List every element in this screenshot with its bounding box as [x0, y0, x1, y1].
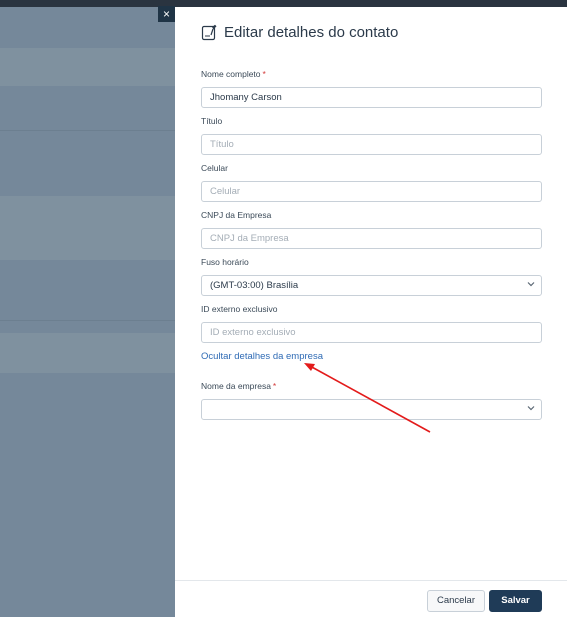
- top-bar: [0, 0, 567, 7]
- footer-divider: [175, 580, 567, 581]
- panel-header: Editar detalhes do contato: [201, 21, 398, 43]
- full-name-input[interactable]: Jhomany Carson: [201, 87, 542, 108]
- backdrop-row: [0, 48, 175, 86]
- timezone-label: Fuso horário: [201, 257, 249, 267]
- save-button[interactable]: Salvar: [489, 590, 542, 612]
- cnpj-input[interactable]: CNPJ da Empresa: [201, 228, 542, 249]
- external-id-input[interactable]: ID externo exclusivo: [201, 322, 542, 343]
- close-icon: ×: [162, 7, 170, 21]
- mobile-input[interactable]: Celular: [201, 181, 542, 202]
- timezone-select[interactable]: (GMT-03:00) Brasília: [201, 275, 542, 296]
- chevron-down-icon: [527, 406, 535, 411]
- full-name-field: Nome completo * Jhomany Carson: [201, 69, 542, 108]
- chevron-down-icon: [527, 282, 535, 287]
- required-mark: *: [262, 69, 266, 79]
- mobile-label: Celular: [201, 163, 228, 173]
- panel-title: Editar detalhes do contato: [224, 23, 399, 41]
- timezone-value: (GMT-03:00) Brasília: [210, 280, 299, 291]
- required-mark: *: [272, 381, 277, 391]
- cnpj-field: CNPJ da Empresa CNPJ da Empresa: [201, 210, 542, 249]
- backdrop-row: [0, 333, 175, 373]
- close-button[interactable]: ×: [158, 6, 175, 22]
- title-input[interactable]: Título: [201, 134, 542, 155]
- cancel-button[interactable]: Cancelar: [427, 590, 485, 612]
- cnpj-label: CNPJ da Empresa: [201, 210, 272, 220]
- backdrop-divider: [0, 130, 175, 131]
- backdrop-row: [0, 196, 175, 260]
- annotation-arrow-icon: [304, 363, 431, 433]
- company-name-label: Nome da empresa: [201, 381, 271, 391]
- full-name-label: Nome completo: [201, 69, 261, 79]
- timezone-field: Fuso horário (GMT-03:00) Brasília: [201, 257, 542, 296]
- title-field: Título Título: [201, 116, 542, 155]
- title-label: Título: [201, 116, 223, 126]
- external-id-field: ID externo exclusivo ID externo exclusiv…: [201, 304, 542, 343]
- edit-contact-panel: Editar detalhes do contato Nome completo…: [175, 7, 567, 617]
- contact-edit-icon: [201, 24, 217, 40]
- mobile-field: Celular Celular: [201, 163, 542, 202]
- page-backdrop: [0, 0, 567, 617]
- backdrop-divider: [0, 320, 175, 321]
- external-id-label: ID externo exclusivo: [201, 304, 278, 314]
